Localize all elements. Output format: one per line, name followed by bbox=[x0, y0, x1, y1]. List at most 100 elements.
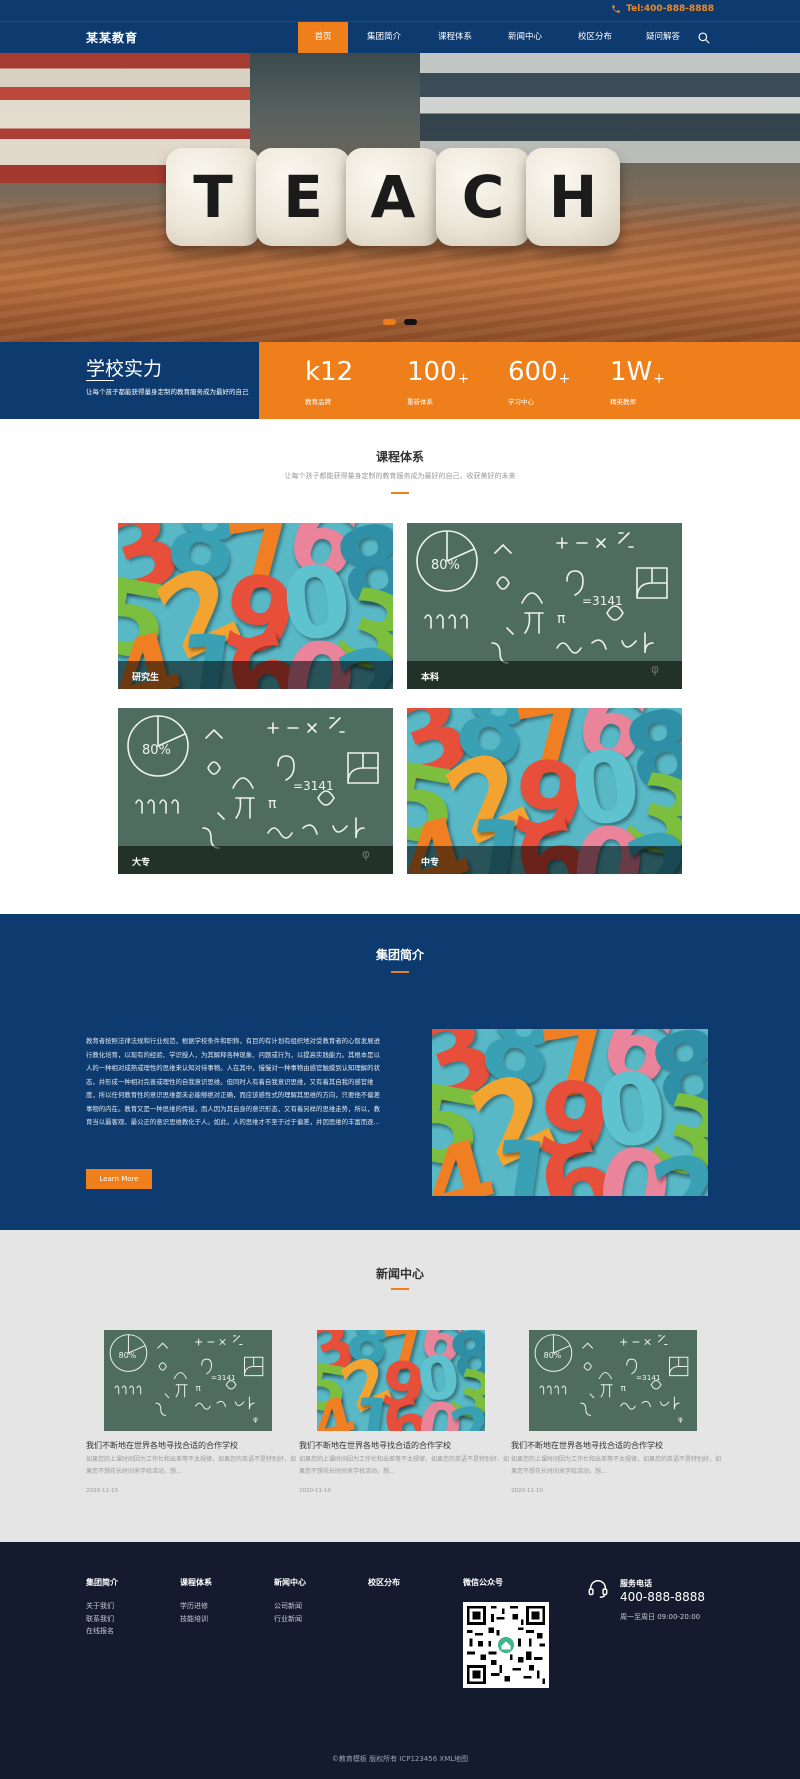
die-letter: C bbox=[436, 148, 530, 246]
course-card[interactable]: 80% =3141 π φ 大专 bbox=[118, 708, 393, 874]
course-card[interactable]: 387685290341602 研究生 bbox=[118, 523, 393, 689]
footer-link[interactable]: 联系我们 bbox=[86, 1613, 118, 1626]
news-thumbnail: 80% =3141 π φ bbox=[529, 1330, 697, 1431]
colorful-numbers-image: 387685290341602 bbox=[317, 1330, 485, 1431]
news-item-title[interactable]: 我们不断地在世界各地寻找合适的合作学校 bbox=[299, 1440, 509, 1451]
search-icon[interactable] bbox=[697, 31, 711, 45]
stat-item: 100+ 重新体系 bbox=[407, 358, 469, 406]
qr-code-icon bbox=[467, 1606, 545, 1684]
number-glyph: 2 bbox=[641, 1132, 708, 1196]
svg-text:=3141: =3141 bbox=[211, 1373, 236, 1382]
news-thumbnail: 80% =3141 π φ bbox=[104, 1330, 272, 1431]
footer-column-heading: 微信公众号 bbox=[463, 1578, 503, 1587]
die-letter: T bbox=[166, 148, 260, 246]
svg-text:π: π bbox=[268, 796, 277, 812]
svg-text:80%: 80% bbox=[544, 1351, 562, 1360]
about-title: 集团简介 bbox=[375, 948, 424, 962]
about-text: 教育者按照法律法规和行业规范，根据学校条件和职称，有目的有计划有组织地对受教育者… bbox=[86, 1037, 380, 1126]
chalkboard-image: 80% =3141 π φ bbox=[529, 1330, 697, 1431]
die-letter: E bbox=[256, 148, 350, 246]
nav-item-courses[interactable]: 课程体系 bbox=[420, 22, 490, 53]
footer-column: 集团简介 关于我们 联系我们 在线报名 bbox=[86, 1577, 118, 1638]
nav-item-about[interactable]: 集团简介 bbox=[348, 22, 420, 53]
svg-text:π: π bbox=[557, 611, 566, 627]
service-heading: 服务电话 bbox=[620, 1579, 652, 1588]
footer-link[interactable]: 行业新闻 bbox=[274, 1613, 306, 1626]
about-image: 387685290341602 bbox=[432, 1029, 708, 1196]
strength-title: 学校实力 bbox=[86, 358, 163, 380]
footer-column: 课程体系 学历进修 技能培训 bbox=[180, 1577, 212, 1625]
nav-item-faq[interactable]: 疑问解答 bbox=[630, 22, 696, 53]
stat-item: 1W+ 精英教师 bbox=[610, 358, 665, 406]
hero-banner: T E A C H bbox=[0, 53, 800, 342]
footer-column: 校区分布 bbox=[368, 1577, 400, 1600]
strength-divider bbox=[86, 380, 114, 381]
svg-text:=3141: =3141 bbox=[293, 779, 334, 793]
stat-value: 1W bbox=[610, 357, 653, 387]
about-section: 集团简介 教育者按照法律法规和行业规范，根据学校条件和职称，有目的有计划有组织地… bbox=[0, 914, 800, 1230]
svg-text:80%: 80% bbox=[431, 558, 460, 573]
news-title-underline bbox=[391, 1288, 409, 1290]
news-item-desc: 如果您的上课时间因为工作忙和出差等不太规律，如果您的英语不是特别好，如果您不想花… bbox=[511, 1456, 722, 1475]
number-glyph: 2 bbox=[444, 1392, 485, 1431]
copyright: ©教育模板 版权所有 ICP123456 XML地图 bbox=[331, 1755, 469, 1763]
stat-suffix: + bbox=[457, 371, 470, 387]
footer-column-heading: 新闻中心 bbox=[274, 1578, 306, 1587]
footer-column-heading[interactable]: 校区分布 bbox=[368, 1577, 400, 1588]
nav-item-home[interactable]: 首页 bbox=[298, 22, 348, 53]
footer-column: 新闻中心 公司新闻 行业新闻 bbox=[274, 1577, 306, 1625]
die-letter: H bbox=[526, 148, 620, 246]
die-letter: A bbox=[346, 148, 440, 246]
service-hours: 周一至周日 09:00-20:00 bbox=[620, 1613, 701, 1621]
svg-text:φ: φ bbox=[253, 1414, 258, 1423]
news-item-title[interactable]: 我们不断地在世界各地寻找合适的合作学校 bbox=[511, 1440, 721, 1451]
stat-suffix: + bbox=[558, 371, 571, 387]
course-card-label: 中专 bbox=[421, 858, 440, 868]
colorful-numbers-image: 387685290341602 bbox=[432, 1029, 708, 1196]
wechat-qr-code bbox=[463, 1602, 549, 1688]
news-item-title[interactable]: 我们不断地在世界各地寻找合适的合作学校 bbox=[86, 1440, 296, 1451]
footer-link[interactable]: 学历进修 bbox=[180, 1600, 212, 1613]
nav-menu: 首页 集团简介 课程体系 新闻中心 校区分布 疑问解答 bbox=[298, 22, 696, 53]
customer-service-icon bbox=[588, 1580, 608, 1598]
footer-link[interactable]: 关于我们 bbox=[86, 1600, 118, 1613]
stat-label: 重新体系 bbox=[407, 398, 433, 406]
footer-link[interactable]: 在线报名 bbox=[86, 1625, 118, 1638]
stat-value: 100 bbox=[407, 357, 457, 387]
news-title: 新闻中心 bbox=[375, 1267, 424, 1281]
footer-link[interactable]: 公司新闻 bbox=[274, 1600, 306, 1613]
stat-suffix: + bbox=[653, 371, 665, 387]
svg-text:=3141: =3141 bbox=[636, 1373, 661, 1382]
site-logo[interactable]: 某某教育 bbox=[86, 29, 138, 46]
stat-value: 600 bbox=[508, 357, 558, 387]
books-decoration-right bbox=[420, 53, 800, 163]
about-title-underline bbox=[391, 971, 409, 973]
course-card-label: 本科 bbox=[421, 673, 440, 683]
strength-subtitle: 让每个孩子都能获得量身定制的教育服务成为最好的自己 bbox=[86, 388, 249, 396]
news-item-desc: 如果您的上课时间因为工作忙和出差等不太规律，如果您的英语不是特别好，如果您不想花… bbox=[86, 1456, 297, 1475]
stat-value: k12 bbox=[305, 357, 354, 387]
svg-text:80%: 80% bbox=[119, 1351, 137, 1360]
news-item-desc: 如果您的上课时间因为工作忙和出差等不太规律，如果您的英语不是特别好，如果您不想花… bbox=[299, 1456, 510, 1475]
footer-link[interactable]: 技能培训 bbox=[180, 1613, 212, 1626]
header-phone: Tel:400-888-8888 bbox=[611, 4, 714, 14]
slider-dot-2[interactable] bbox=[404, 319, 417, 325]
svg-text:=3141: =3141 bbox=[582, 594, 623, 608]
chalkboard-image: 80% =3141 π φ bbox=[104, 1330, 272, 1431]
stat-label: 学习中心 bbox=[508, 398, 534, 406]
course-card[interactable]: 80% =3141 π φ 本科 bbox=[407, 523, 682, 689]
stat-item: 600+ 学习中心 bbox=[508, 358, 570, 406]
strength-panel: 学校实力 让每个孩子都能获得量身定制的教育服务成为最好的自己 bbox=[0, 342, 259, 419]
nav-item-campuses[interactable]: 校区分布 bbox=[560, 22, 630, 53]
news-item-date: 2020-11-10 bbox=[299, 1488, 331, 1494]
news-item-date: 2020-11-10 bbox=[511, 1488, 543, 1494]
stat-item: k12 教育品牌 bbox=[305, 358, 354, 406]
header-phone-text: Tel:400-888-8888 bbox=[626, 4, 714, 14]
news-section: 新闻中心 80% =3141 π φ 我们不断地在世界各地寻找合适的合作学校 如… bbox=[0, 1230, 800, 1542]
stat-label: 教育品牌 bbox=[305, 398, 331, 406]
slider-dot-1[interactable] bbox=[383, 319, 396, 325]
course-card[interactable]: 387685290341602 中专 bbox=[407, 708, 682, 874]
nav-item-news[interactable]: 新闻中心 bbox=[490, 22, 560, 53]
learn-more-button[interactable]: Learn More bbox=[86, 1169, 152, 1189]
svg-text:π: π bbox=[621, 1384, 626, 1394]
